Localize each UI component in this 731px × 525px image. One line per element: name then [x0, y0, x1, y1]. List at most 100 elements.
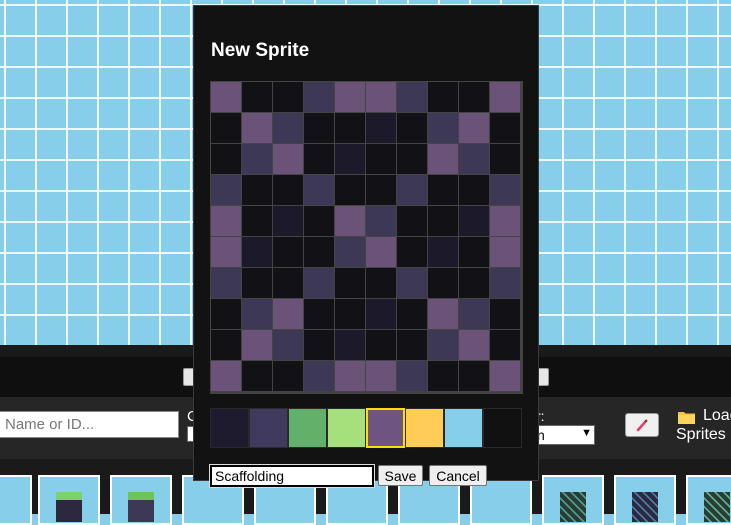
pixel-cell[interactable]: [397, 361, 427, 391]
pixel-cell[interactable]: [490, 237, 520, 267]
pixel-cell[interactable]: [366, 144, 396, 174]
pixel-cell[interactable]: [304, 175, 334, 205]
pixel-cell[interactable]: [490, 113, 520, 143]
pixel-cell[interactable]: [397, 144, 427, 174]
search-input[interactable]: [0, 411, 179, 438]
pixel-cell[interactable]: [273, 237, 303, 267]
pixel-cell[interactable]: [459, 206, 489, 236]
pixel-cell[interactable]: [428, 82, 458, 112]
pixel-cell[interactable]: [366, 268, 396, 298]
pixel-cell[interactable]: [211, 237, 241, 267]
pixel-cell[interactable]: [490, 268, 520, 298]
pixel-cell[interactable]: [335, 361, 365, 391]
pixel-cell[interactable]: [366, 175, 396, 205]
pixel-cell[interactable]: [335, 175, 365, 205]
pixel-cell[interactable]: [490, 361, 520, 391]
pixel-cell[interactable]: [397, 206, 427, 236]
pixel-cell[interactable]: [273, 206, 303, 236]
pixel-cell[interactable]: [335, 113, 365, 143]
pixel-cell[interactable]: [459, 299, 489, 329]
pixel-cell[interactable]: [366, 113, 396, 143]
pixel-cell[interactable]: [428, 330, 458, 360]
pixel-cell[interactable]: [211, 113, 241, 143]
pixel-cell[interactable]: [459, 268, 489, 298]
palette-swatch[interactable]: [327, 408, 366, 448]
pixel-cell[interactable]: [397, 175, 427, 205]
pixel-cell[interactable]: [397, 299, 427, 329]
sprite-pixel-grid[interactable]: [210, 81, 523, 394]
pixel-cell[interactable]: [304, 82, 334, 112]
pixel-cell[interactable]: [490, 144, 520, 174]
pixel-cell[interactable]: [304, 113, 334, 143]
pixel-cell[interactable]: [490, 330, 520, 360]
pixel-cell[interactable]: [304, 268, 334, 298]
pixel-cell[interactable]: [428, 237, 458, 267]
sprite-tile[interactable]: [38, 475, 100, 525]
pixel-cell[interactable]: [366, 237, 396, 267]
pixel-cell[interactable]: [304, 299, 334, 329]
pixel-cell[interactable]: [242, 361, 272, 391]
pixel-cell[interactable]: [242, 330, 272, 360]
pixel-cell[interactable]: [304, 330, 334, 360]
pixel-cell[interactable]: [459, 144, 489, 174]
sprites-label[interactable]: Sprites: [676, 426, 726, 444]
sprite-tile[interactable]: [686, 475, 731, 525]
pixel-cell[interactable]: [211, 299, 241, 329]
pixel-cell[interactable]: [428, 268, 458, 298]
pixel-cell[interactable]: [459, 330, 489, 360]
pixel-cell[interactable]: [211, 175, 241, 205]
pixel-cell[interactable]: [459, 175, 489, 205]
pixel-cell[interactable]: [397, 82, 427, 112]
save-button[interactable]: Save: [378, 465, 423, 486]
pixel-cell[interactable]: [335, 299, 365, 329]
pixel-cell[interactable]: [335, 330, 365, 360]
pixel-cell[interactable]: [273, 82, 303, 112]
pixel-cell[interactable]: [242, 82, 272, 112]
pixel-cell[interactable]: [211, 361, 241, 391]
pixel-cell[interactable]: [273, 175, 303, 205]
pixel-cell[interactable]: [273, 144, 303, 174]
pixel-cell[interactable]: [366, 299, 396, 329]
pixel-cell[interactable]: [428, 113, 458, 143]
pixel-cell[interactable]: [428, 299, 458, 329]
pixel-cell[interactable]: [304, 361, 334, 391]
pixel-cell[interactable]: [211, 82, 241, 112]
pixel-cell[interactable]: [211, 268, 241, 298]
pixel-cell[interactable]: [335, 82, 365, 112]
pixel-cell[interactable]: [428, 206, 458, 236]
pixel-cell[interactable]: [366, 330, 396, 360]
pixel-cell[interactable]: [366, 206, 396, 236]
pixel-cell[interactable]: [428, 361, 458, 391]
pixel-cell[interactable]: [397, 330, 427, 360]
palette-swatch[interactable]: [366, 408, 405, 448]
palette-swatch[interactable]: [249, 408, 288, 448]
pixel-cell[interactable]: [211, 144, 241, 174]
pixel-cell[interactable]: [273, 268, 303, 298]
cancel-button[interactable]: Cancel: [429, 465, 487, 486]
pixel-cell[interactable]: [366, 361, 396, 391]
palette-swatch[interactable]: [405, 408, 444, 448]
sprite-tile[interactable]: [110, 475, 172, 525]
pixel-cell[interactable]: [397, 113, 427, 143]
pixel-cell[interactable]: [335, 268, 365, 298]
pixel-cell[interactable]: [490, 206, 520, 236]
pixel-cell[interactable]: [273, 299, 303, 329]
pixel-cell[interactable]: [242, 268, 272, 298]
pixel-cell[interactable]: [273, 361, 303, 391]
pixel-cell[interactable]: [490, 82, 520, 112]
sprite-tile[interactable]: [542, 475, 604, 525]
pixel-cell[interactable]: [242, 237, 272, 267]
pixel-cell[interactable]: [397, 237, 427, 267]
pixel-cell[interactable]: [335, 237, 365, 267]
pixel-cell[interactable]: [242, 113, 272, 143]
load-label[interactable]: Load: [703, 407, 731, 425]
folder-icon[interactable]: [678, 410, 695, 424]
pixel-cell[interactable]: [459, 113, 489, 143]
pixel-cell[interactable]: [211, 330, 241, 360]
palette-swatch[interactable]: [288, 408, 327, 448]
pixel-cell[interactable]: [459, 237, 489, 267]
pixel-cell[interactable]: [242, 206, 272, 236]
sprite-tile[interactable]: [614, 475, 676, 525]
palette-swatch[interactable]: [483, 408, 522, 448]
sort-select[interactable]: n ▼: [534, 425, 595, 445]
